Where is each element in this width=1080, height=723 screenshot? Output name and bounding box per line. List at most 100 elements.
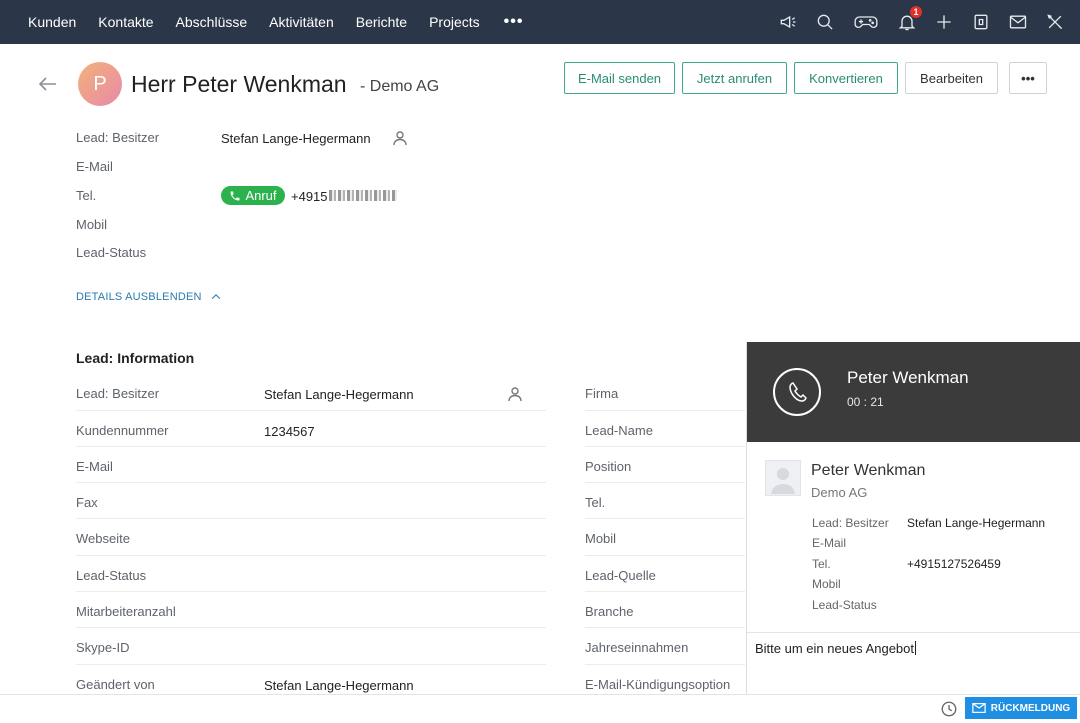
edit-button[interactable]: Bearbeiten [905,62,998,94]
convert-button[interactable]: Konvertieren [794,62,898,94]
settings-tools-icon[interactable] [1044,11,1066,33]
owner-label: Lead: Besitzer [76,130,160,145]
row-divider [585,555,745,556]
row-divider [585,627,745,628]
row-divider [76,591,546,592]
field-label: Skype-ID [76,640,130,655]
field-label: Kundennummer [76,423,169,438]
feedback-label: RÜCKMELDUNG [990,702,1071,714]
person-icon[interactable] [507,386,523,407]
hide-details-label: DETAILS AUSBLENDEN [76,291,202,303]
tab-berichte[interactable]: Berichte [356,14,407,30]
more-tabs-button[interactable]: ••• [504,13,524,31]
bell-icon[interactable]: 1 [896,6,922,33]
email-label: E-Mail [76,159,113,174]
tab-abschluesse[interactable]: Abschlüsse [176,14,248,30]
field-label: Lead-Name [585,423,653,438]
call-field-label: Mobil [812,577,841,591]
row-divider [76,664,546,665]
call-field-label: Tel. [812,557,831,571]
caller-name: Peter Wenkman [847,368,969,387]
owner-value: Stefan Lange-Hegermann [221,131,371,146]
row-divider [76,518,546,519]
field-label: Geändert von [76,677,155,692]
text-caret [915,641,917,655]
module-tabs: Kunden Kontakte Abschlüsse Aktivitäten B… [0,13,523,31]
row-divider [76,482,546,483]
plus-icon[interactable] [933,11,955,33]
field-value[interactable]: 1234567 [264,424,315,439]
call-pill-button[interactable]: Anruf [221,186,285,205]
phone-label: Tel. [76,188,97,203]
mail-icon[interactable] [1007,11,1029,33]
field-label: Fax [76,495,98,510]
nav-icon-bar: 1 [762,0,1066,44]
field-value[interactable]: Stefan Lange-Hegermann [264,678,414,693]
call-note-input[interactable]: Bitte um ein neues Angebot [747,632,1080,700]
call-note-text: Bitte um ein neues Angebot [755,641,915,656]
feedback-button[interactable]: RÜCKMELDUNG [965,697,1077,719]
call-field-label: Lead-Status [812,598,877,612]
search-icon[interactable] [814,11,836,33]
send-email-button[interactable]: E-Mail senden [564,62,675,94]
field-label: Lead-Status [76,568,147,583]
person-icon[interactable] [392,130,408,151]
row-divider [585,591,745,592]
hide-details-link[interactable]: DETAILS AUSBLENDEN [76,291,221,303]
phone-handset-icon[interactable] [773,368,821,416]
row-divider [585,518,745,519]
call-field-label: Lead: Besitzer [812,516,889,530]
notification-badge: 1 [910,6,922,18]
megaphone-icon[interactable] [777,11,799,33]
call-field-value: +4915127526459 [907,557,1001,571]
back-arrow-icon[interactable] [36,72,60,96]
phone-value[interactable]: +4915 [291,189,328,204]
mail-icon [972,703,986,713]
row-divider [76,627,546,628]
contact-placeholder-icon [765,460,801,496]
row-divider [76,446,546,447]
contact-name[interactable]: Peter Wenkman [811,462,925,480]
row-divider [585,482,745,483]
row-divider [585,410,745,411]
field-value[interactable]: Stefan Lange-Hegermann [264,387,414,402]
field-label: E-Mail [76,459,113,474]
page-title: Herr Peter Wenkman [131,71,347,97]
row-divider [76,410,546,411]
calendar-icon[interactable] [970,11,992,33]
field-label: Firma [585,386,619,401]
active-call-panel: Peter Wenkman 00 : 21 Peter Wenkman Demo… [746,342,1080,700]
call-now-button[interactable]: Jetzt anrufen [682,62,787,94]
company-name: - Demo AG [360,78,440,95]
phone-icon [230,191,240,200]
row-divider [585,446,745,447]
tab-aktivitaeten[interactable]: Aktivitäten [269,14,334,30]
field-label: Jahreseinnahmen [585,640,689,655]
call-field-label: E-Mail [812,536,847,550]
field-label: Mobil [585,531,617,546]
mobile-label: Mobil [76,217,108,232]
field-label: Tel. [585,495,606,510]
call-pill-label: Anruf [245,188,277,203]
field-label: Lead: Besitzer [76,386,160,401]
tab-kunden[interactable]: Kunden [28,14,76,30]
tab-projects[interactable]: Projects [429,14,480,30]
row-divider [585,664,745,665]
field-label: Position [585,459,632,474]
more-actions-button[interactable]: ••• [1009,62,1047,94]
contact-company: Demo AG [811,485,868,500]
tab-kontakte[interactable]: Kontakte [98,14,153,30]
call-field-value: Stefan Lange-Hegermann [907,516,1046,530]
gamepad-icon[interactable] [851,11,881,33]
field-label: Branche [585,604,634,619]
avatar: P [78,62,122,106]
field-label: Mitarbeiteranzahl [76,604,176,619]
call-header: Peter Wenkman 00 : 21 [747,342,1080,442]
bottom-bar [0,694,1080,720]
row-divider [76,555,546,556]
field-label: Lead-Quelle [585,568,656,583]
section-title-lead-information: Lead: Information [76,350,195,366]
field-label: E-Mail-Kündigungsoption [585,677,731,692]
clock-icon[interactable] [940,700,960,720]
top-navigation: Kunden Kontakte Abschlüsse Aktivitäten B… [0,0,1080,44]
